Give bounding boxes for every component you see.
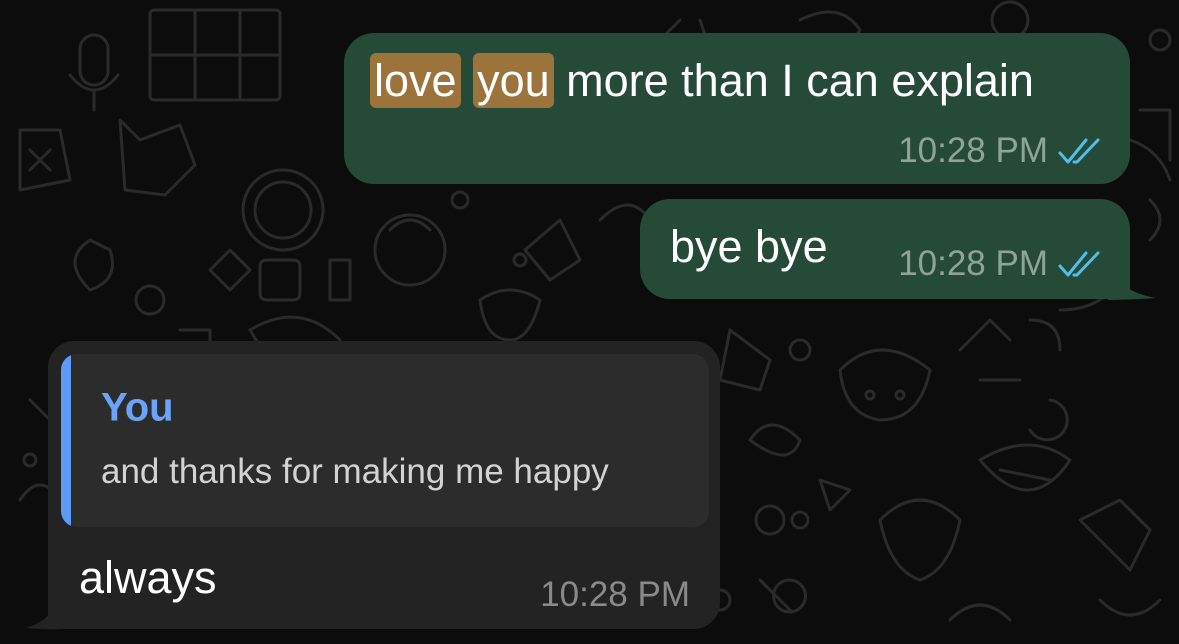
- message-text: bye bye: [670, 221, 828, 272]
- message-text-rest: more than I can explain: [566, 55, 1034, 106]
- incoming-message-bubble[interactable]: You and thanks for making me happy alway…: [48, 341, 720, 629]
- reply-accent-bar: [61, 354, 71, 527]
- reply-quote[interactable]: You and thanks for making me happy: [61, 354, 709, 527]
- outgoing-message-bubble[interactable]: bye bye 10:28 PM: [640, 199, 1130, 299]
- bubble-tail: [26, 590, 64, 630]
- reply-author: You: [101, 385, 174, 430]
- search-highlight: love: [370, 53, 461, 108]
- reply-text: and thanks for making me happy: [101, 452, 609, 491]
- bubble-tail: [1108, 262, 1156, 300]
- message-time: 10:28 PM: [898, 131, 1048, 170]
- message-meta: 10:28 PM: [898, 131, 1102, 171]
- message-text: love you more than I can explain: [370, 53, 1034, 108]
- message-meta: 10:28 PM: [540, 575, 690, 615]
- outgoing-message-bubble[interactable]: love you more than I can explain 10:28 P…: [344, 33, 1130, 184]
- message-text: always: [79, 552, 217, 603]
- double-check-icon: [1058, 251, 1100, 277]
- double-check-icon: [1058, 138, 1100, 164]
- message-time: 10:28 PM: [898, 244, 1048, 283]
- search-highlight: you: [473, 53, 554, 108]
- message-meta: 10:28 PM: [898, 244, 1102, 284]
- message-time: 10:28 PM: [540, 575, 690, 614]
